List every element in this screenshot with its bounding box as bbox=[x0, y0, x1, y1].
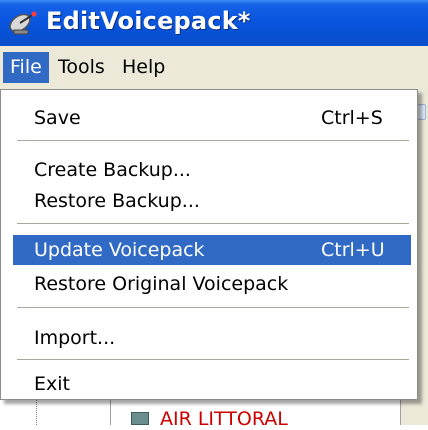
file-menu-dropdown: Save Ctrl+S Create Backup... Restore Bac… bbox=[0, 89, 418, 400]
menu-file[interactable]: File bbox=[3, 52, 49, 83]
menu-separator bbox=[17, 307, 409, 309]
tree-node-icon bbox=[131, 412, 149, 425]
menu-item-create-backup[interactable]: Create Backup... bbox=[13, 155, 411, 185]
menu-item-import[interactable]: Import... bbox=[13, 323, 411, 353]
menu-bar: File Tools Help bbox=[0, 46, 428, 89]
menu-item-label: Create Backup... bbox=[34, 159, 191, 181]
menu-tools[interactable]: Tools bbox=[51, 52, 112, 83]
menu-item-label: Save bbox=[34, 107, 81, 129]
title-bar[interactable]: EditVoicepack* bbox=[0, 0, 428, 46]
menu-item-label: Update Voicepack bbox=[34, 239, 205, 261]
menu-item-update-voicepack[interactable]: Update Voicepack Ctrl+U bbox=[13, 235, 411, 265]
menu-item-shortcut: Ctrl+S bbox=[321, 107, 383, 129]
tree-guide-line bbox=[36, 400, 38, 425]
menu-separator bbox=[17, 223, 409, 225]
tree-column-divider bbox=[110, 400, 111, 425]
menu-item-restore-backup[interactable]: Restore Backup... bbox=[13, 186, 411, 216]
menu-item-shortcut: Ctrl+U bbox=[321, 239, 385, 261]
menu-help[interactable]: Help bbox=[115, 52, 172, 83]
menu-item-label: Restore Backup... bbox=[34, 190, 200, 212]
menu-item-restore-original-voicepack[interactable]: Restore Original Voicepack bbox=[13, 269, 411, 299]
window-title: EditVoicepack* bbox=[46, 7, 251, 35]
menu-separator bbox=[17, 140, 409, 142]
menu-item-label: Restore Original Voicepack bbox=[34, 273, 289, 295]
menu-item-label: Exit bbox=[34, 373, 70, 395]
menu-item-exit[interactable]: Exit bbox=[13, 369, 411, 399]
satellite-dish-icon bbox=[9, 11, 37, 35]
tree-item-label[interactable]: AIR LITTORAL bbox=[160, 408, 288, 430]
menu-item-save[interactable]: Save Ctrl+S bbox=[13, 103, 411, 133]
menu-separator bbox=[17, 359, 409, 361]
menu-item-label: Import... bbox=[34, 327, 116, 349]
